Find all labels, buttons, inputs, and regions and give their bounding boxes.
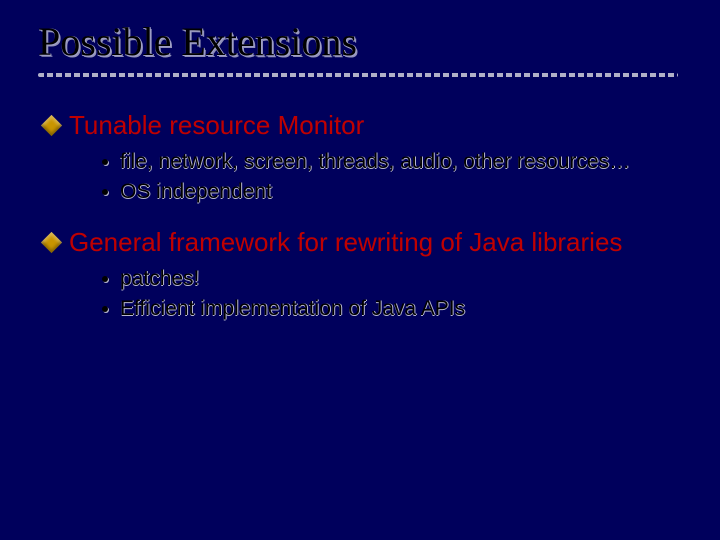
- bullet-dot-icon: [102, 159, 108, 165]
- list-item-text: patches!: [120, 265, 199, 293]
- section-2-header: General framework for rewriting of Java …: [44, 226, 690, 259]
- diamond-bullet-icon: [41, 115, 62, 136]
- list-item: patches!: [102, 265, 690, 293]
- bullet-dot-icon: [102, 306, 108, 312]
- section-1-title: Tunable resource Monitor: [69, 109, 364, 142]
- section-1: Tunable resource Monitor file, network, …: [36, 109, 690, 206]
- list-item-text: Efficient implementation of Java APIs: [120, 295, 465, 323]
- section-2-list: patches! Efficient implementation of Jav…: [102, 265, 690, 324]
- slide-title: Possible Extensions: [38, 18, 690, 65]
- title-underline: [38, 73, 678, 77]
- section-2-title: General framework for rewriting of Java …: [69, 226, 622, 259]
- bullet-dot-icon: [102, 189, 108, 195]
- list-item: file, network, screen, threads, audio, o…: [102, 148, 690, 176]
- bullet-dot-icon: [102, 276, 108, 282]
- list-item-text: OS independent: [120, 178, 272, 206]
- list-item: Efficient implementation of Java APIs: [102, 295, 690, 323]
- diamond-bullet-icon: [41, 232, 62, 253]
- section-2: General framework for rewriting of Java …: [36, 226, 690, 323]
- slide: Possible Extensions Tunable resource Mon…: [0, 0, 720, 540]
- section-1-header: Tunable resource Monitor: [44, 109, 690, 142]
- section-1-list: file, network, screen, threads, audio, o…: [102, 148, 690, 207]
- list-item: OS independent: [102, 178, 690, 206]
- list-item-text: file, network, screen, threads, audio, o…: [120, 148, 630, 176]
